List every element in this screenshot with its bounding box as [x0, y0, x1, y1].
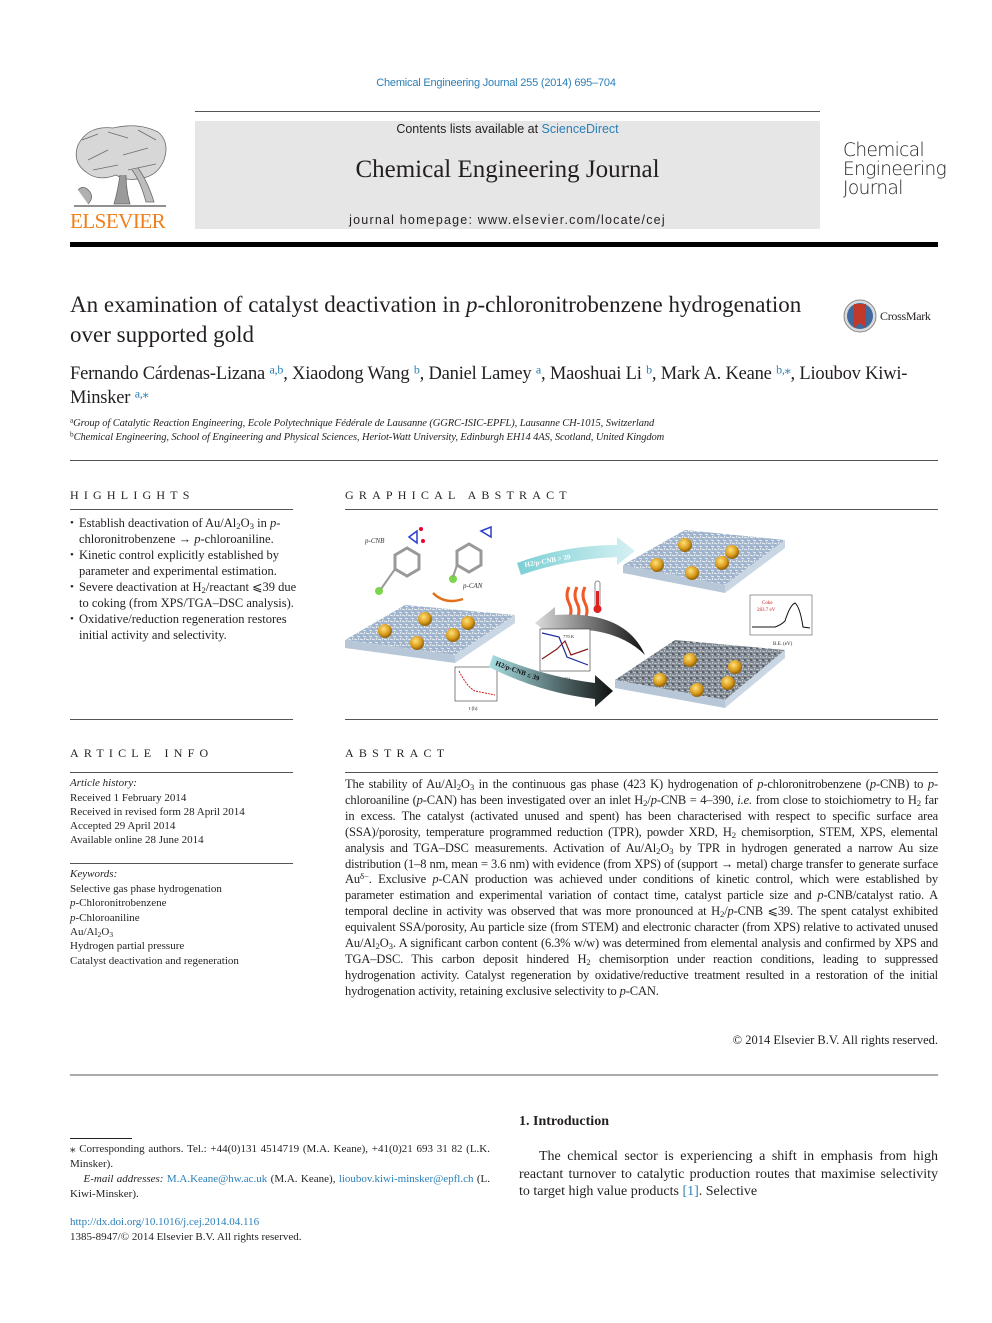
front-matter-rule [70, 1074, 938, 1076]
sciencedirect-link[interactable]: ScienceDirect [542, 122, 619, 136]
masthead-thick-rule [70, 242, 938, 247]
author-name[interactable]: Maoshuai Li [550, 364, 646, 384]
contents-prefix: Contents lists available at [396, 122, 542, 136]
author-name[interactable]: Daniel Lamey [429, 364, 536, 384]
author-list: Fernando Cárdenas-Lizana a,b, Xiaodong W… [70, 362, 940, 410]
keyword-item: Catalyst deactivation and regeneration [70, 954, 239, 967]
history-online: Available online 28 June 2014 [70, 834, 204, 846]
pcan-molecule: p-CAN [449, 525, 492, 590]
pcnb-molecule: p-CNB [364, 527, 425, 595]
cover-title-line: Engineering [843, 159, 947, 180]
affiliation-b: bChemical Engineering, School of Enginee… [70, 431, 665, 443]
title-part-1: An examination of catalyst deactivation … [70, 292, 466, 317]
journal-cover-title: Chemical Engineering Journal [843, 140, 947, 199]
email-label: E-mail addresses: [83, 1173, 164, 1185]
reactant-label: p-CNB [364, 537, 385, 545]
author-affiliation-marker[interactable]: a,⁎ [135, 387, 149, 401]
title-italic: p [466, 292, 478, 317]
journal-homepage: journal homepage: www.elsevier.com/locat… [195, 213, 820, 227]
top-rule [195, 111, 820, 112]
fresh-catalyst-after-plate [623, 530, 785, 593]
activity-decay-inset-plot: t (h) [454, 666, 498, 712]
running-head-citation[interactable]: Chemical Engineering Journal 255 (2014) … [0, 77, 992, 89]
graphical-abstract-bottom-rule [345, 719, 938, 720]
cover-title-line: Journal [843, 178, 903, 199]
top-process-arrow [517, 537, 635, 575]
author-affiliation-marker[interactable]: b,⁎ [776, 363, 791, 377]
intro-text-part: . Selective [698, 1184, 758, 1199]
keyword-item: Hydrogen partial pressure [70, 940, 185, 953]
introduction-text: The chemical sector is experiencing a sh… [519, 1148, 938, 1201]
elsevier-wordmark: ELSEVIER [70, 209, 166, 233]
contents-line: Contents lists available at ScienceDirec… [195, 122, 820, 136]
highlights-bottom-rule [70, 719, 293, 720]
product-label: p-CAN [462, 582, 483, 590]
abstract-heading: Abstract [345, 746, 450, 760]
keywords-label: Keywords: [70, 868, 118, 880]
introduction-heading: 1. Introduction [519, 1114, 609, 1129]
abstract-copyright: © 2014 Elsevier B.V. All rights reserved… [732, 1033, 938, 1047]
highlight-item: Severe deactivation at H2/reactant ⩽39 d… [70, 579, 298, 611]
tga-peak-label: 770 K [563, 634, 575, 639]
thermometer-icon [593, 580, 602, 613]
keyword-item: Selective gas phase hydrogenation [70, 883, 222, 895]
doi-link[interactable]: http://dx.doi.org/10.1016/j.cej.2014.04.… [70, 1216, 259, 1228]
xps-coke-inset-plot: Coke 283.7 eV B.E. (eV) [749, 594, 813, 647]
article-info-rule [70, 772, 293, 773]
homepage-prefix: journal homepage: [349, 213, 478, 227]
affiliation-text: Group of Catalytic Reaction Engineering,… [73, 418, 655, 429]
highlights-heading: Highlights [70, 488, 195, 502]
highlights-list: Establish deactivation of Au/Al2O3 in p-… [70, 515, 298, 643]
corresponding-author-note: ⁎ Corresponding authors. Tel.: +44(0)131… [70, 1143, 490, 1170]
author-separator: , [419, 364, 429, 384]
email-owner-keane: (M.A. Keane) [270, 1173, 333, 1185]
reference-link[interactable]: [1] [682, 1184, 698, 1199]
author-separator: , [540, 364, 550, 384]
keywords-rule [70, 863, 293, 864]
affiliation-a: aGroup of Catalytic Reaction Engineering… [70, 417, 655, 429]
history-received: Received 1 February 2014 [70, 792, 187, 804]
author-separator: , [283, 364, 293, 384]
cover-title-line: Chemical [843, 140, 925, 161]
decay-xlabel: t (h) [469, 707, 478, 712]
author-affiliation-marker[interactable]: a,b [269, 363, 283, 377]
highlight-item: Oxidative/reduction regeneration restore… [70, 611, 298, 643]
email-note: E-mail addresses: M.A.Keane@hw.ac.uk (M.… [70, 1173, 490, 1200]
author-name[interactable]: Xiaodong Wang [292, 364, 414, 384]
journal-title: Chemical Engineering Journal [355, 156, 660, 183]
keyword-item: p-Chloronitrobenzene [70, 897, 167, 910]
homepage-url[interactable]: www.elsevier.com/locate/cej [478, 213, 666, 227]
coke-label: Coke [762, 601, 773, 606]
abstract-text: The stability of Au/Al2O3 in the continu… [345, 777, 939, 998]
footnote-rule [70, 1138, 132, 1139]
crossmark-label[interactable]: CrossMark [880, 309, 931, 324]
fresh-catalyst-plate [345, 605, 515, 663]
email-link-keane[interactable]: M.A.Keane@hw.ac.uk [167, 1173, 267, 1185]
affiliation-text: Chemical Engineering, School of Engineer… [73, 432, 665, 443]
coke-energy-label: 283.7 eV [757, 608, 776, 613]
author-name[interactable]: Fernando Cárdenas-Lizana [70, 364, 269, 384]
keyword-item: Au/Al2O3 [70, 925, 114, 939]
history-accepted: Accepted 29 April 2014 [70, 820, 176, 832]
author-name[interactable]: Mark A. Keane [661, 364, 776, 384]
abstract-rule [345, 772, 938, 773]
highlights-rule [70, 509, 293, 510]
graphical-abstract-rule [345, 509, 938, 510]
history-revised: Received in revised form 28 April 2014 [70, 806, 245, 818]
section-rule [70, 460, 938, 461]
highlight-item: Establish deactivation of Au/Al2O3 in p-… [70, 515, 298, 547]
article-history-label: Article history: [70, 777, 137, 789]
keyword-item: p-Chloroaniline [70, 911, 140, 924]
graphical-abstract-heading: Graphical Abstract [345, 488, 572, 502]
graphical-abstract-figure: p-CNB p-CAN H2/p-CNB > 39 770 K t (h) H2… [345, 525, 813, 712]
issn-copyright: 1385-8947/© 2014 Elsevier B.V. All right… [70, 1231, 302, 1243]
article-title: An examination of catalyst deactivation … [70, 290, 810, 350]
heat-icon [565, 586, 589, 620]
email-link-kiwi-minsker[interactable]: lioubov.kiwi-minsker@epfl.ch [339, 1173, 474, 1185]
highlight-item: Kinetic control explicitly established b… [70, 547, 298, 579]
reaction-arrow [432, 592, 464, 603]
article-info-heading: Article Info [70, 746, 214, 760]
author-separator: , [651, 364, 661, 384]
xps-xlabel: B.E. (eV) [773, 642, 793, 647]
